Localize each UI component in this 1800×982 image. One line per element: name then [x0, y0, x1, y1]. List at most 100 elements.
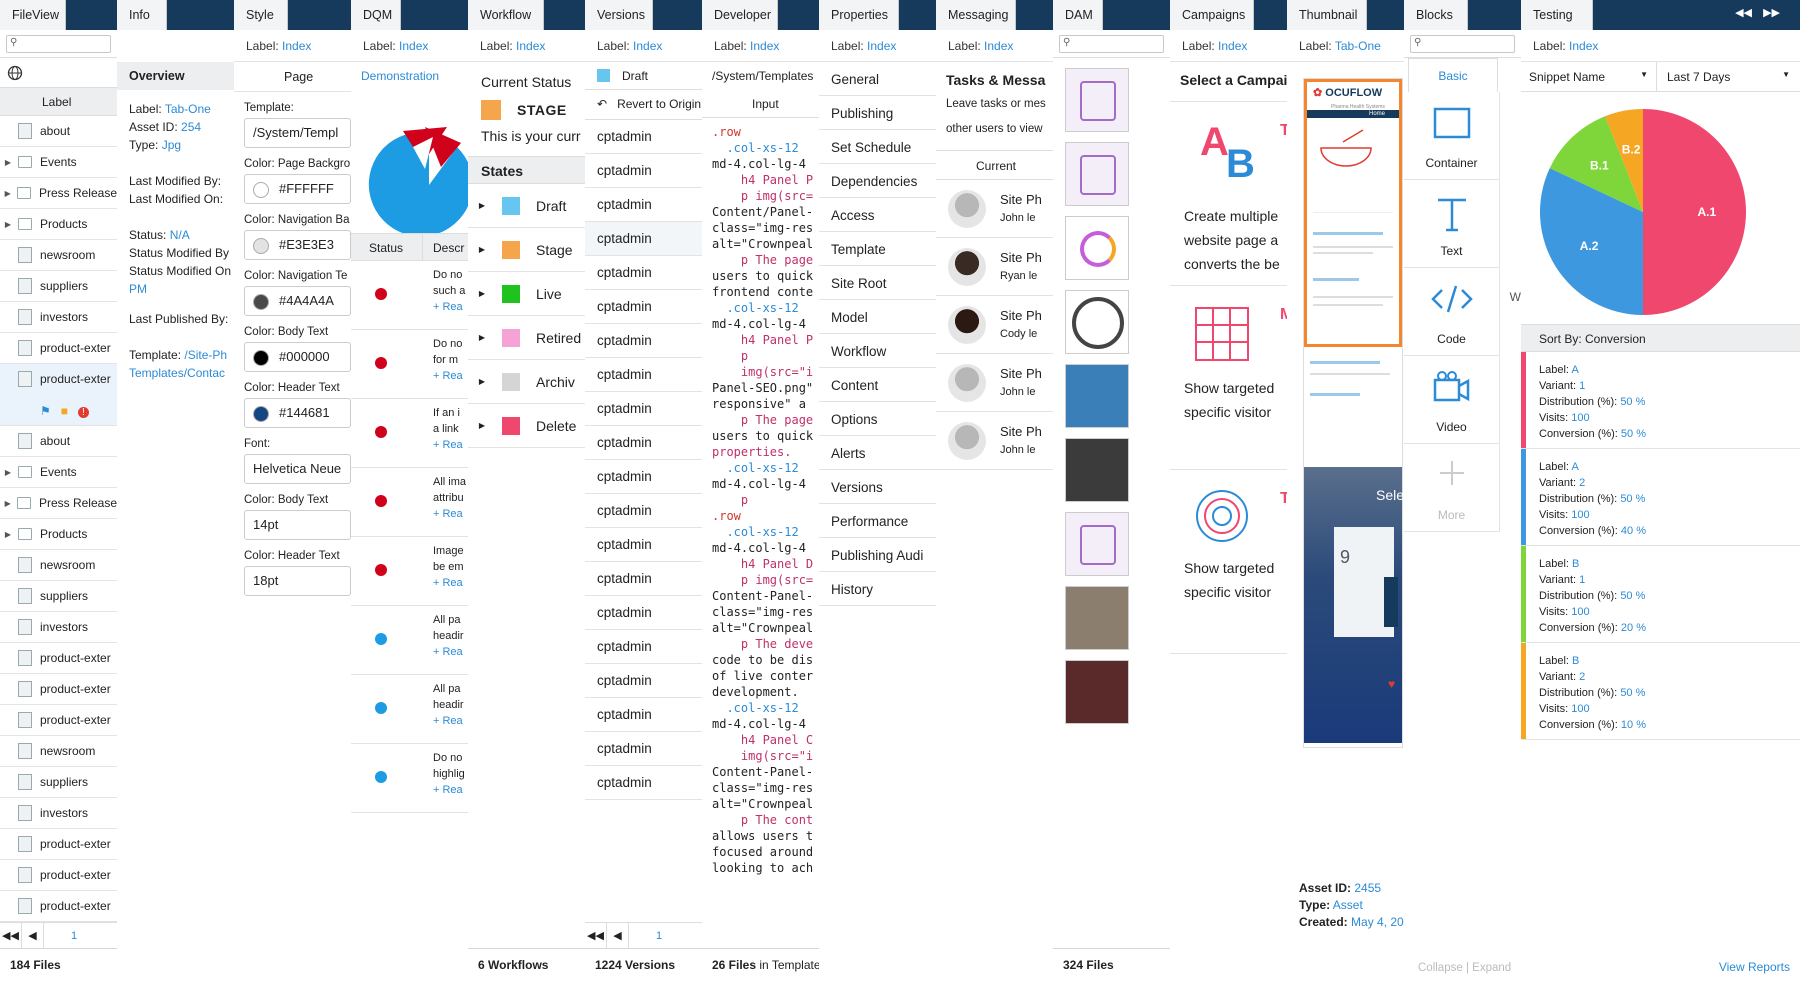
page-bg-field[interactable]: #FFFFFF	[244, 174, 351, 204]
properties-menu-item[interactable]: History	[819, 572, 936, 606]
asset-value[interactable]: 254	[181, 120, 201, 134]
prev-page-icon[interactable]: ◀	[22, 923, 44, 949]
read-more-link[interactable]: + Rea	[433, 713, 464, 729]
demonstration-link[interactable]: Demonstration	[351, 62, 468, 83]
pen-icon[interactable]	[1065, 68, 1129, 132]
workflow-label-value[interactable]: Index	[516, 39, 545, 53]
file-tree-item[interactable]: product-exter ⚑ ■!	[0, 364, 117, 426]
expand-caret-icon[interactable]: ▶	[468, 201, 496, 210]
campaigns-label-value[interactable]: Index	[1218, 39, 1247, 53]
header-text-field[interactable]: #144681	[244, 398, 351, 428]
template-value-2[interactable]: Templates/Contac	[129, 364, 234, 382]
version-row[interactable]: cptadmin	[585, 324, 702, 358]
version-row[interactable]: cptadmin	[585, 630, 702, 664]
version-row[interactable]: cptadmin	[585, 596, 702, 630]
version-row[interactable]: cptadmin	[585, 358, 702, 392]
tab-developer[interactable]: Developer	[702, 0, 778, 30]
message-item[interactable]: Site Ph Ryan le	[936, 238, 1053, 296]
dqm-row[interactable]: All pa headir + Rea	[351, 606, 468, 675]
message-item[interactable]: Site Ph John le	[936, 412, 1053, 470]
ring-icon[interactable]	[1065, 216, 1129, 280]
file-tree-item[interactable]: newsroom	[0, 240, 117, 271]
column-header-label[interactable]: Label	[0, 88, 117, 116]
workflow-state[interactable]: ▶ Delete	[468, 404, 585, 448]
dqm-row[interactable]: Image be em + Rea	[351, 537, 468, 606]
version-row[interactable]: cptadmin	[585, 528, 702, 562]
file-tree-item[interactable]: product-exter	[0, 705, 117, 736]
document-icon[interactable]	[1065, 512, 1129, 576]
properties-menu-item[interactable]: Versions	[819, 470, 936, 504]
block-item[interactable]: Text	[1404, 180, 1500, 268]
expand-link[interactable]: Expand	[1472, 962, 1511, 974]
version-row[interactable]: cptadmin	[585, 154, 702, 188]
template-field[interactable]: /System/Templ	[244, 118, 351, 148]
read-more-link[interactable]: + Rea	[433, 575, 464, 591]
first-page-icon[interactable]: ◀◀	[0, 923, 22, 949]
variant-result[interactable]: Label: B Variant: 2 Distribution (%): 50 %…	[1521, 643, 1800, 740]
variant-result[interactable]: Label: B Variant: 1 Distribution (%): 50 %…	[1521, 546, 1800, 643]
expand-caret-icon[interactable]: ▶	[468, 245, 496, 254]
expand-caret-icon[interactable]: ▶	[0, 158, 16, 167]
range-select[interactable]: Last 7 Days ▼	[1657, 62, 1800, 91]
properties-menu-item[interactable]: Alerts	[819, 436, 936, 470]
version-row[interactable]: cptadmin	[585, 188, 702, 222]
file-tree-item[interactable]: product-exter	[0, 860, 117, 891]
block-item[interactable]: More	[1404, 444, 1500, 532]
file-tree-item[interactable]: suppliers	[0, 581, 117, 612]
draft-row[interactable]: Draft	[585, 62, 702, 90]
properties-menu-item[interactable]: Publishing Audi	[819, 538, 936, 572]
version-row[interactable]: cptadmin	[585, 732, 702, 766]
photo-thumbnail[interactable]	[1065, 364, 1129, 428]
read-more-link[interactable]: + Rea	[433, 368, 463, 384]
blocks-search[interactable]: ⚲	[1404, 30, 1521, 58]
pie-slice[interactable]	[1643, 109, 1746, 315]
tab-versions[interactable]: Versions	[585, 0, 653, 30]
expand-caret-icon[interactable]: ▶	[0, 499, 15, 508]
photo-thumbnail[interactable]	[1065, 586, 1129, 650]
file-tree-item[interactable]: ▶ Products	[0, 519, 117, 550]
tab-messaging[interactable]: Messaging	[936, 0, 1016, 30]
tab-thumbnail[interactable]: Thumbnail	[1287, 0, 1367, 30]
properties-menu-item[interactable]: General	[819, 62, 936, 96]
workflow-state[interactable]: ▶ Live	[468, 272, 585, 316]
alert-icon[interactable]: !	[78, 407, 89, 419]
file-tree-item[interactable]: about	[0, 426, 117, 457]
expand-caret-icon[interactable]: ▶	[468, 289, 496, 298]
body-text-field[interactable]: #000000	[244, 342, 351, 372]
dam-search[interactable]: ⚲	[1053, 30, 1170, 58]
properties-menu-item[interactable]: Workflow	[819, 334, 936, 368]
file-tree-item[interactable]: ▶ Events	[0, 457, 117, 488]
fileview-search[interactable]: ⚲	[0, 30, 117, 58]
variant-result[interactable]: Label: A Variant: 2 Distribution (%): 50 %…	[1521, 449, 1800, 546]
properties-menu-item[interactable]: Access	[819, 198, 936, 232]
version-row[interactable]: cptadmin	[585, 120, 702, 154]
tab-dam[interactable]: DAM	[1053, 0, 1103, 30]
col-status[interactable]: Status	[351, 234, 423, 260]
file-tree-item[interactable]: investors	[0, 612, 117, 643]
page-subtab[interactable]: Page	[234, 62, 351, 92]
font-field[interactable]: Helvetica Neue	[244, 454, 351, 484]
tab-blocks[interactable]: Blocks	[1404, 0, 1468, 30]
thumbnail-label-value[interactable]: Tab-One	[1335, 39, 1381, 53]
tab-style[interactable]: Style	[234, 0, 288, 30]
read-more-link[interactable]: + Rea	[433, 437, 463, 453]
workflow-state[interactable]: ▶ Archiv	[468, 360, 585, 404]
tab-info[interactable]: Info	[117, 0, 167, 30]
properties-menu-item[interactable]: Content	[819, 368, 936, 402]
read-more-link[interactable]: + Rea	[433, 644, 464, 660]
version-row[interactable]: cptadmin	[585, 494, 702, 528]
dqm-row[interactable]: If an i a link + Rea	[351, 399, 468, 468]
message-item[interactable]: Site Ph Cody le	[936, 296, 1053, 354]
file-tree-item[interactable]: product-exter	[0, 333, 117, 364]
first-page-icon[interactable]: ◀◀	[585, 923, 607, 949]
block-item[interactable]: Container	[1404, 92, 1500, 180]
template-value[interactable]: /Site-Ph	[184, 348, 227, 362]
input-tab[interactable]: Input	[702, 90, 819, 118]
type-value[interactable]: Jpg	[162, 138, 181, 152]
file-tree-item[interactable]: investors	[0, 798, 117, 829]
label-value[interactable]: Tab-One	[165, 102, 211, 116]
versions-label-value[interactable]: Index	[633, 39, 662, 53]
file-tree-item[interactable]: newsroom	[0, 550, 117, 581]
page-thumbnail[interactable]: ✿ OCUFLOW Pharma Health Systems Home Sel…	[1303, 78, 1404, 748]
revert-button[interactable]: ↶ Revert to Origin	[585, 90, 702, 120]
